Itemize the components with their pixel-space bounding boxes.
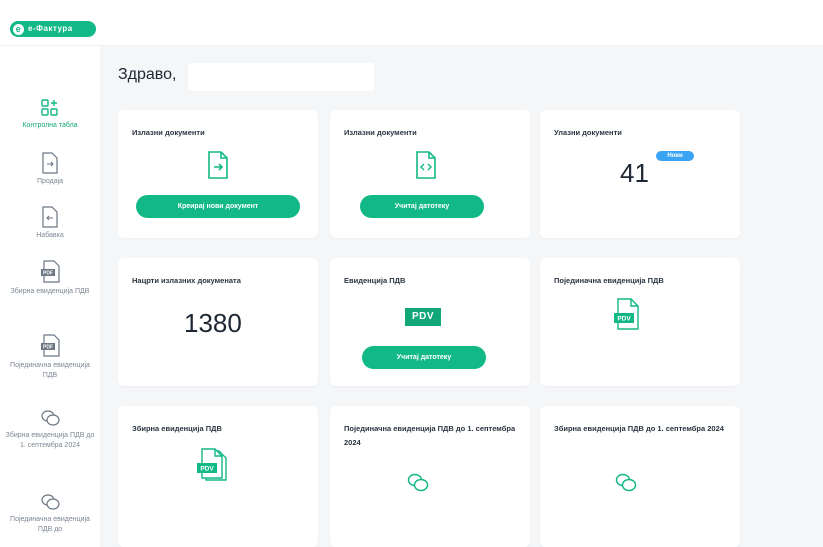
upload-file-button[interactable]: Учитај датотеку bbox=[360, 195, 484, 218]
logo-text: e-Фактура bbox=[28, 24, 73, 33]
create-document-button[interactable]: Креирај нови документ bbox=[136, 195, 300, 218]
chat-bubbles-icon bbox=[615, 473, 637, 492]
top-bar: e e-Фактура bbox=[0, 0, 823, 46]
sidebar-item-purchases[interactable]: Набавка bbox=[0, 206, 100, 241]
pdv-documents-stack-icon: PDV bbox=[197, 448, 227, 481]
sidebar-item-label: Збирна евиденција ПДВ до 1. септембра 20… bbox=[5, 432, 95, 449]
sidebar-item-label: Збирна евиденција ПДВ bbox=[10, 288, 90, 295]
pdf-document-icon: PDF bbox=[41, 334, 60, 357]
outgoing-document-icon bbox=[208, 151, 228, 179]
sidebar-item-individual-vat-old[interactable]: Појединачна евиденција ПДВ до bbox=[0, 492, 100, 535]
card-title: Збирна евиденција ПДВ bbox=[132, 424, 222, 433]
card-title: Излазни документи bbox=[132, 128, 205, 137]
chat-bubbles-icon bbox=[41, 494, 60, 510]
svg-text:PDF: PDF bbox=[43, 345, 53, 351]
card-summary-vat-old[interactable]: Збирна евиденција ПДВ до 1. септембра 20… bbox=[540, 406, 740, 547]
user-name-placeholder bbox=[188, 63, 374, 91]
greeting-text: Здраво, bbox=[118, 66, 177, 83]
pdv-document-icon: PDV bbox=[614, 298, 639, 330]
sidebar-item-label: Продаја bbox=[36, 178, 64, 185]
incoming-count: 41 bbox=[620, 158, 649, 188]
sidebar-item-summary-vat[interactable]: PDF Збирна евиденција ПДВ bbox=[0, 260, 100, 297]
new-badge: Нови bbox=[656, 151, 694, 161]
card-draft-documents[interactable]: Нацрти излазних докумената 1380 bbox=[118, 258, 318, 386]
card-title: Појединачна евиденција ПДВ bbox=[554, 276, 664, 285]
upload-vat-file-button[interactable]: Учитај датотеку bbox=[362, 346, 486, 369]
card-title: Нацрти излазних докумената bbox=[132, 276, 241, 285]
chat-bubbles-icon bbox=[41, 410, 60, 426]
logo-e-icon: e bbox=[13, 23, 24, 35]
card-title: Улазни документи bbox=[554, 128, 622, 137]
pdv-icon: PDV bbox=[405, 308, 441, 326]
sidebar-item-label: Набавка bbox=[36, 232, 64, 239]
sidebar-item-label: Контролна табла bbox=[22, 122, 78, 129]
sidebar-item-label: Појединачна евиденција ПДВ до bbox=[10, 516, 90, 533]
card-outgoing-documents: Излазни документи Креирај нови документ bbox=[118, 110, 318, 238]
sidebar-item-individual-vat[interactable]: PDF Појединачна евиденција ПДВ bbox=[0, 334, 100, 381]
purchase-document-icon bbox=[42, 206, 58, 228]
card-individual-vat-old[interactable]: Појединачна евиденција ПДВ до 1. септемб… bbox=[330, 406, 530, 547]
card-title: Излазни документи bbox=[344, 128, 417, 137]
card-title: Збирна евиденција ПДВ до 1. септембра 20… bbox=[554, 424, 724, 433]
main-content: Здраво, Излазни документи Креирај нови д… bbox=[100, 46, 823, 547]
chat-bubbles-icon bbox=[407, 473, 429, 492]
card-vat-records: Евиденција ПДВ PDV Учитај датотеку bbox=[330, 258, 530, 386]
sidebar: Контролна табла Продаја Набавка PDF Збир… bbox=[0, 46, 100, 547]
pdv-label: PDV bbox=[617, 316, 631, 323]
sidebar-item-label: Појединачна евиденција ПДВ bbox=[10, 362, 90, 379]
sidebar-item-dashboard[interactable]: Контролна табла bbox=[0, 98, 100, 131]
sidebar-item-summary-vat-old[interactable]: Збирна евиденција ПДВ до 1. септембра 20… bbox=[0, 408, 100, 451]
draft-count: 1380 bbox=[184, 308, 242, 338]
dashboard-icon bbox=[41, 99, 58, 116]
svg-text:PDF: PDF bbox=[43, 271, 53, 277]
card-individual-vat[interactable]: Појединачна евиденција ПДВ PDV bbox=[540, 258, 740, 386]
sales-document-icon bbox=[42, 152, 58, 174]
card-import-documents: Излазни документи Учитај датотеку bbox=[330, 110, 530, 238]
card-incoming-documents[interactable]: Улазни документи 41 Нови bbox=[540, 110, 740, 238]
sidebar-item-sales[interactable]: Продаја bbox=[0, 152, 100, 187]
pdv-label: PDV bbox=[200, 466, 214, 473]
card-summary-vat[interactable]: Збирна евиденција ПДВ PDV bbox=[118, 406, 318, 547]
card-title: Појединачна евиденција ПДВ до 1. септемб… bbox=[344, 424, 516, 447]
app-logo[interactable]: e e-Фактура bbox=[10, 21, 96, 37]
card-title: Евиденција ПДВ bbox=[344, 276, 406, 285]
pdf-document-icon: PDF bbox=[41, 260, 60, 283]
xml-file-icon bbox=[416, 151, 436, 179]
